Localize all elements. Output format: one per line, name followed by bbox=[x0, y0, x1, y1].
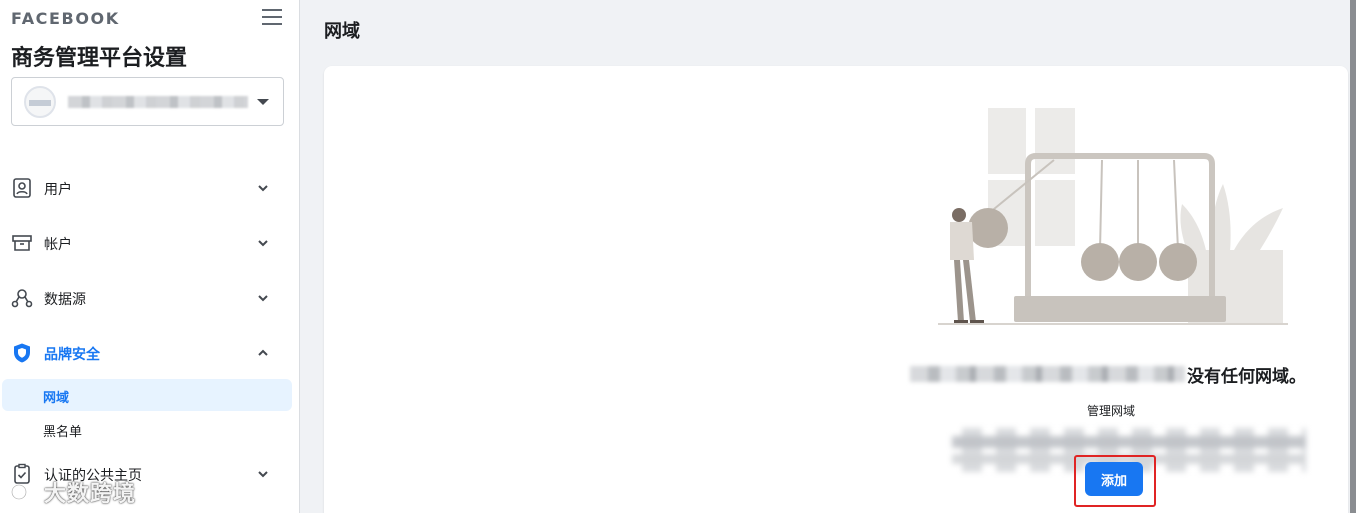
sidebar-item-label: 品牌安全 bbox=[44, 347, 100, 363]
chevron-down-icon bbox=[258, 295, 268, 302]
empty-state-message: 没有任何网域。 bbox=[910, 362, 1306, 387]
sidebar-item-brand-safety[interactable]: 品牌安全 bbox=[0, 331, 290, 375]
sidebar-item-accounts[interactable]: 帐户 bbox=[0, 221, 290, 265]
window-scrollbar[interactable] bbox=[1350, 0, 1356, 513]
page-heading: 商务管理平台设置 bbox=[11, 46, 188, 71]
chevron-down-icon bbox=[258, 240, 268, 247]
business-name: ████████████████ . bbox=[68, 96, 248, 108]
sidebar-item-data-sources[interactable]: 数据源 bbox=[0, 276, 290, 320]
chevron-down-icon bbox=[258, 471, 268, 478]
caret-down-icon bbox=[257, 99, 269, 105]
clipboard-check-icon bbox=[14, 463, 30, 484]
sidebar-subitem-label: 网域 bbox=[43, 391, 70, 406]
manage-domains-label: 管理网域 bbox=[1087, 404, 1136, 418]
sidebar-item-users[interactable]: 用户 bbox=[0, 166, 290, 210]
add-domain-button[interactable]: 添加 bbox=[1085, 462, 1143, 496]
chevron-up-icon bbox=[258, 349, 268, 356]
sidebar-item-label: 帐户 bbox=[44, 237, 72, 253]
facebook-logo: FACEBOOK bbox=[11, 9, 120, 28]
settings-sidebar: FACEBOOK 商务管理平台设置 ████████████████ . 用户 … bbox=[0, 0, 300, 513]
sidebar-subitem-blocklists[interactable]: 黑名单 bbox=[2, 413, 292, 445]
page-title: 网域 bbox=[324, 21, 360, 42]
sidebar-item-label: 认证的公共主页 bbox=[44, 468, 142, 484]
redacted-business-name bbox=[910, 366, 1185, 382]
business-avatar bbox=[24, 86, 56, 118]
menu-icon[interactable] bbox=[262, 9, 282, 25]
sidebar-item-label: 数据源 bbox=[44, 292, 86, 308]
shield-icon bbox=[14, 343, 30, 363]
sidebar-item-verified-pages[interactable]: 认证的公共主页 bbox=[0, 452, 290, 496]
empty-state-text: 没有任何网域。 bbox=[1187, 366, 1306, 387]
person-badge-icon bbox=[13, 178, 31, 198]
newtons-cradle-illustration bbox=[938, 108, 1288, 325]
sidebar-subitem-domains[interactable]: 网域 bbox=[2, 379, 292, 411]
sidebar-item-label: 用户 bbox=[44, 182, 72, 198]
chevron-down-icon bbox=[258, 185, 268, 192]
business-account-selector[interactable]: ████████████████ . bbox=[11, 77, 284, 126]
archive-box-icon bbox=[12, 235, 32, 251]
data-sources-icon bbox=[11, 289, 33, 308]
sidebar-subitem-label: 黑名单 bbox=[43, 425, 83, 440]
